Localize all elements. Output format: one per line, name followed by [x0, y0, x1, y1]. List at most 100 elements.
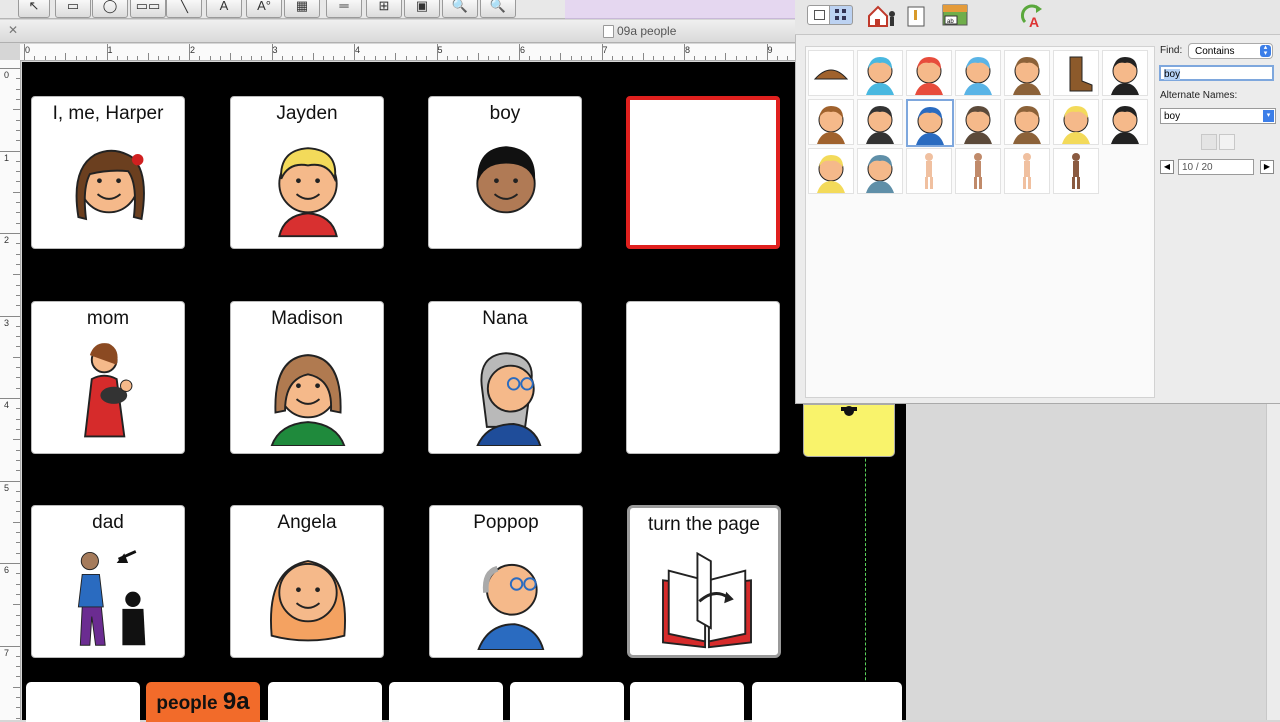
page-tab[interactable]: [389, 682, 503, 722]
symbol-result[interactable]: [1004, 99, 1050, 145]
previous-page-button[interactable]: ◀: [1160, 160, 1174, 174]
text-tool-button[interactable]: A: [206, 0, 242, 18]
ruler-label: 0: [4, 70, 10, 80]
page-tab[interactable]: [510, 682, 624, 722]
color-tool-button[interactable]: ▦: [284, 0, 320, 18]
match-mode-select[interactable]: Contains ▴ ▾: [1188, 43, 1273, 59]
ruler-label: 6: [4, 565, 10, 575]
page-tab-people[interactable]: people 9a: [146, 682, 260, 722]
search-input[interactable]: boy: [1159, 65, 1274, 81]
ruler-label: 5: [4, 482, 10, 493]
scrollbar[interactable]: [1266, 404, 1280, 720]
board-button-mom[interactable]: mom: [31, 301, 185, 454]
symbol-result[interactable]: [955, 99, 1001, 145]
pointer-tool-button[interactable]: ↖: [18, 0, 50, 18]
align-tool-button[interactable]: ⊞: [366, 0, 402, 18]
symbol-result[interactable]: [808, 50, 854, 96]
home-people-icon[interactable]: [867, 4, 899, 28]
image-import-icon[interactable]: ab: [941, 2, 969, 28]
symbol-result[interactable]: [906, 148, 952, 194]
board-button-dad[interactable]: dad: [31, 505, 185, 658]
ruler-label: 1: [4, 152, 10, 163]
body-3-icon: [1023, 153, 1031, 189]
boy-black-hair-icon: [1111, 57, 1139, 95]
boy-blue-shirt-icon: [916, 107, 944, 145]
edit-symbol-icon[interactable]: [905, 4, 927, 28]
shape-tool-button[interactable]: ◯: [92, 0, 128, 18]
zoom-out-tool-button[interactable]: 🔍: [480, 0, 516, 18]
button-label: I, me, Harper: [52, 103, 164, 124]
zoom-out-icon: 🔍: [489, 0, 507, 13]
symbol-result[interactable]: [1053, 99, 1099, 145]
grid-view-button[interactable]: [829, 5, 853, 25]
girl-orange-hair-icon: [270, 560, 346, 642]
line-style-icon: ═: [339, 0, 349, 13]
symbol-result[interactable]: [906, 50, 952, 96]
woman-icon: [270, 354, 346, 446]
page-tab[interactable]: [630, 682, 744, 722]
document-icon: [603, 25, 614, 38]
board-button-angela[interactable]: Angela: [230, 505, 384, 658]
variant-rotate-button[interactable]: [1219, 134, 1235, 150]
board-button-madison[interactable]: Madison: [230, 301, 384, 454]
board-button-empty[interactable]: [626, 301, 780, 454]
symbol-result[interactable]: [1102, 99, 1148, 145]
toolbar-extension: [565, 0, 795, 19]
line-style-tool-button[interactable]: ═: [326, 0, 362, 18]
yellow-button[interactable]: [803, 404, 895, 457]
ruler-label: 7: [602, 45, 608, 55]
symbol-result[interactable]: [1004, 50, 1050, 96]
symbol-result[interactable]: [808, 99, 854, 145]
main-toolbar: ↖ ▭ ◯ ▭▭ ╲ A A° ▦ ═ ⊞ ▣ 🔍 🔍: [0, 0, 565, 19]
page-tab[interactable]: [268, 682, 382, 722]
next-page-button[interactable]: ▶: [1260, 160, 1274, 174]
shape-icon: ◯: [102, 0, 118, 13]
ruler-label: 3: [272, 45, 278, 55]
ruler-label: 6: [520, 45, 526, 55]
board-button-turn-the-page[interactable]: turn the page: [627, 505, 781, 658]
board-button-boy[interactable]: boy: [428, 96, 582, 249]
button-label: turn the page: [648, 514, 760, 535]
pointer-icon: ↖: [28, 0, 40, 13]
boy-dark-icon: [866, 106, 894, 144]
window-titlebar: ✕ 09a people: [0, 20, 795, 43]
board-button-nana[interactable]: Nana: [428, 301, 582, 454]
refresh-symbol-icon[interactable]: A: [1019, 2, 1047, 30]
line-tool-button[interactable]: ╲: [166, 0, 202, 18]
page-tab[interactable]: [26, 682, 140, 722]
symbol-result[interactable]: [808, 148, 854, 194]
symbol-result[interactable]: [1053, 148, 1099, 194]
ruler-label: 1: [107, 45, 113, 55]
symbol-result[interactable]: [1102, 50, 1148, 96]
page-tab[interactable]: [752, 682, 902, 722]
page-indicator: 10 / 20: [1178, 159, 1254, 175]
symbol-result[interactable]: [857, 99, 903, 145]
frame-tool-button[interactable]: ▣: [404, 0, 440, 18]
symbol-result[interactable]: [906, 99, 954, 147]
ruler-label: 5: [437, 45, 443, 55]
symbol-result[interactable]: [1053, 50, 1099, 96]
symbol-result[interactable]: [955, 50, 1001, 96]
father-child-icon: [77, 550, 146, 646]
ruler-label: 4: [4, 400, 10, 410]
board-button-jayden[interactable]: Jayden: [230, 96, 384, 249]
zoom-in-tool-button[interactable]: 🔍: [442, 0, 478, 18]
rectangle-tool-button[interactable]: ▭: [55, 0, 91, 18]
cowboy-2-icon: [1013, 106, 1041, 144]
grandmother-icon: [476, 352, 542, 446]
board-button-i-me-harper[interactable]: I, me, Harper: [31, 96, 185, 249]
variant-button[interactable]: [1201, 134, 1217, 150]
close-icon[interactable]: ✕: [8, 23, 18, 37]
single-view-button[interactable]: [807, 5, 831, 25]
symbol-result[interactable]: [857, 50, 903, 96]
boy-blonde-icon: [1062, 106, 1090, 144]
button-group-tool-button[interactable]: ▭▭: [130, 0, 166, 18]
symbol-result[interactable]: [955, 148, 1001, 194]
text-style-tool-button[interactable]: A°: [246, 0, 282, 18]
alternate-names-select[interactable]: boy ▾: [1160, 108, 1276, 124]
tab-name: people: [156, 693, 218, 714]
board-button-empty[interactable]: [626, 96, 780, 249]
symbol-result[interactable]: [857, 148, 903, 194]
board-button-poppop[interactable]: Poppop: [429, 505, 583, 658]
symbol-result[interactable]: [1004, 148, 1050, 194]
